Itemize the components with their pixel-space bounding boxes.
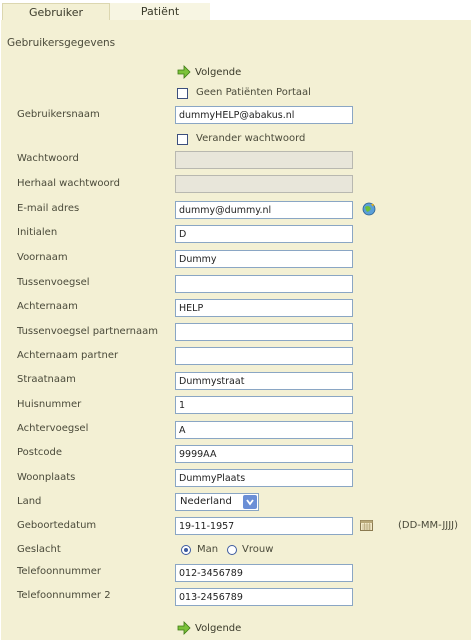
username-field[interactable]: dummyHELP@abakus.nl: [175, 106, 353, 124]
email-field[interactable]: dummy@dummy.nl: [175, 201, 353, 219]
gender-male-radio[interactable]: [181, 545, 191, 555]
tab-gebruiker[interactable]: Gebruiker: [2, 3, 110, 21]
calendar-icon[interactable]: [360, 520, 373, 531]
no-portal-label: Geen Patiënten Portaal: [196, 87, 311, 98]
password-field: [175, 151, 353, 169]
arrow-right-icon: [177, 621, 191, 635]
phone2-label: Telefoonnummer 2: [17, 590, 111, 601]
first-name-label: Voornaam: [17, 252, 68, 263]
next-label: Volgende: [195, 622, 242, 634]
password-label: Wachtwoord: [17, 153, 79, 164]
select-arrow[interactable]: [243, 495, 257, 509]
suffix-field[interactable]: A: [175, 421, 353, 439]
initials-label: Initialen: [17, 227, 58, 238]
initials-field[interactable]: D: [175, 225, 353, 243]
house-number-field[interactable]: 1: [175, 396, 353, 414]
next-button-bottom[interactable]: Volgende: [177, 621, 241, 635]
birthdate-field[interactable]: 19-11-1957: [175, 517, 353, 535]
postcode-label: Postcode: [17, 447, 63, 458]
partner-infix-label: Tussenvoegsel partnernaam: [17, 326, 158, 337]
country-label: Land: [17, 496, 42, 507]
phone-field[interactable]: 012-3456789: [175, 564, 353, 582]
country-select[interactable]: Nederland: [175, 493, 259, 511]
arrow-right-icon: [177, 65, 191, 79]
city-field[interactable]: DummyPlaats: [175, 469, 353, 487]
gender-label: Geslacht: [17, 544, 61, 555]
country-value: Nederland: [180, 496, 232, 507]
gender-male-label: Man: [197, 544, 219, 555]
partner-last-name-label: Achternaam partner: [17, 350, 119, 361]
infix-label: Tussenvoegsel: [17, 277, 90, 288]
no-portal-checkbox[interactable]: [177, 88, 188, 99]
chevron-down-icon: [246, 499, 254, 506]
city-label: Woonplaats: [17, 472, 76, 483]
user-form-panel: Gebruikersgegevens Volgende Geen Patiënt…: [1, 20, 471, 640]
gender-female-radio[interactable]: [227, 545, 237, 555]
email-globe-icon[interactable]: [362, 202, 376, 216]
infix-field[interactable]: [175, 275, 353, 293]
phone-label: Telefoonnummer: [17, 566, 102, 577]
next-label: Volgende: [195, 66, 242, 78]
birthdate-label: Geboortedatum: [17, 520, 97, 531]
phone2-field[interactable]: 013-2456789: [175, 588, 353, 606]
username-label: Gebruikersnaam: [17, 109, 100, 120]
partner-last-name-field[interactable]: [175, 347, 353, 365]
postcode-field[interactable]: 9999AA: [175, 445, 353, 463]
password-repeat-label: Herhaal wachtwoord: [17, 178, 120, 189]
email-label: E-mail adres: [17, 203, 80, 214]
password-repeat-field: [175, 175, 353, 193]
next-button-top[interactable]: Volgende: [177, 65, 241, 79]
tab-patient[interactable]: Patiënt: [110, 3, 210, 20]
first-name-field[interactable]: Dummy: [175, 250, 353, 268]
street-field[interactable]: Dummystraat: [175, 372, 353, 390]
last-name-label: Achternaam: [17, 301, 78, 312]
suffix-label: Achtervoegsel: [17, 423, 89, 434]
house-number-label: Huisnummer: [17, 399, 82, 410]
gender-female-label: Vrouw: [242, 544, 274, 555]
partner-infix-field[interactable]: [175, 323, 353, 341]
section-title: Gebruikersgegevens: [7, 37, 116, 49]
last-name-field[interactable]: HELP: [175, 299, 353, 317]
change-password-label: Verander wachtwoord: [196, 133, 306, 144]
birthdate-format-hint: (DD-MM-JJJJ): [398, 520, 459, 531]
tab-bar: Gebruiker Patiënt: [0, 0, 473, 21]
change-password-checkbox[interactable]: [177, 134, 188, 145]
street-label: Straatnaam: [17, 374, 76, 385]
